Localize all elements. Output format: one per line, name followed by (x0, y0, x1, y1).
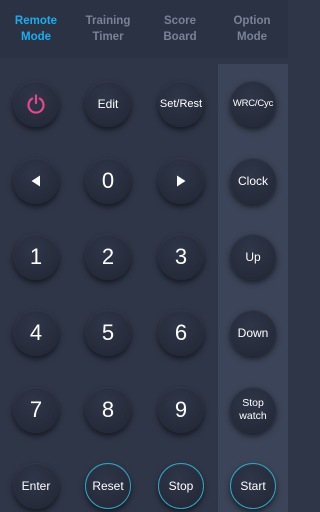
digit-label: 9 (174, 397, 188, 422)
down-label: Down (237, 326, 269, 340)
tab-score-board[interactable]: Score Board (144, 0, 216, 58)
digit-label: 0 (101, 168, 115, 193)
stopwatch-label-line2: watch (239, 410, 267, 422)
tab-label-line1: Option (233, 15, 271, 27)
digit-label: 4 (29, 320, 43, 345)
digit-5-button[interactable]: 5 (85, 310, 131, 356)
tab-label-line2: Mode (236, 31, 268, 43)
side-function-panel (218, 64, 288, 512)
mode-tab-bar: Remote Mode Training Timer Score Board O… (0, 0, 288, 58)
digit-7-button[interactable]: 7 (13, 387, 59, 433)
reset-label: Reset (92, 479, 124, 493)
digit-8-button[interactable]: 8 (85, 387, 131, 433)
stopwatch-button[interactable]: Stop watch (230, 387, 276, 433)
set-rest-label: Set/Rest (159, 98, 203, 110)
up-button[interactable]: Up (230, 234, 276, 280)
stopwatch-label: Stop watch (239, 397, 266, 423)
digit-3-button[interactable]: 3 (158, 234, 204, 280)
power-button[interactable] (13, 81, 59, 127)
tab-label-line1: Remote (14, 15, 58, 27)
up-label: Up (245, 250, 261, 264)
tab-training-timer[interactable]: Training Timer (72, 0, 144, 58)
edit-label: Edit (97, 97, 119, 111)
tab-remote-mode[interactable]: Remote Mode (0, 0, 72, 58)
tab-label-line2: Mode (20, 31, 52, 43)
digit-6-button[interactable]: 6 (158, 310, 204, 356)
down-button[interactable]: Down (230, 310, 276, 356)
digit-label: 2 (101, 244, 115, 269)
tab-label-line2: Timer (92, 31, 124, 43)
left-arrow-button[interactable] (13, 158, 59, 204)
digit-9-button[interactable]: 9 (158, 387, 204, 433)
tab-option-mode[interactable]: Option Mode (216, 0, 288, 58)
digit-4-button[interactable]: 4 (13, 310, 59, 356)
wrc-cyc-button[interactable]: WRC/Cyc (230, 81, 276, 127)
edit-button[interactable]: Edit (85, 81, 131, 127)
triangle-right-icon (177, 175, 186, 187)
stop-label: Stop (168, 479, 194, 493)
digit-1-button[interactable]: 1 (13, 234, 59, 280)
enter-button[interactable]: Enter (13, 463, 59, 509)
right-arrow-button[interactable] (158, 158, 204, 204)
tab-label-line1: Training (85, 15, 131, 27)
enter-label: Enter (21, 479, 51, 493)
digit-label: 5 (101, 320, 115, 345)
triangle-left-icon (31, 175, 40, 187)
stop-button[interactable]: Stop (158, 463, 204, 509)
digit-label: 3 (174, 244, 188, 269)
digit-label: 1 (29, 244, 43, 269)
start-button[interactable]: Start (230, 463, 276, 509)
set-rest-button[interactable]: Set/Rest (158, 81, 204, 127)
digit-label: 6 (174, 320, 188, 345)
power-icon (27, 94, 45, 114)
reset-button[interactable]: Reset (85, 463, 131, 509)
digit-label: 7 (29, 397, 43, 422)
start-label: Start (240, 479, 266, 493)
stopwatch-label-line1: Stop (242, 397, 264, 409)
tab-label-line1: Score (164, 15, 196, 27)
digit-2-button[interactable]: 2 (85, 234, 131, 280)
wrc-cyc-label: WRC/Cyc (232, 98, 274, 109)
clock-button[interactable]: Clock (230, 158, 276, 204)
clock-label: Clock (237, 174, 268, 188)
tab-label-line2: Board (163, 31, 197, 43)
digit-0-button[interactable]: 0 (85, 158, 131, 204)
digit-label: 8 (101, 397, 115, 422)
